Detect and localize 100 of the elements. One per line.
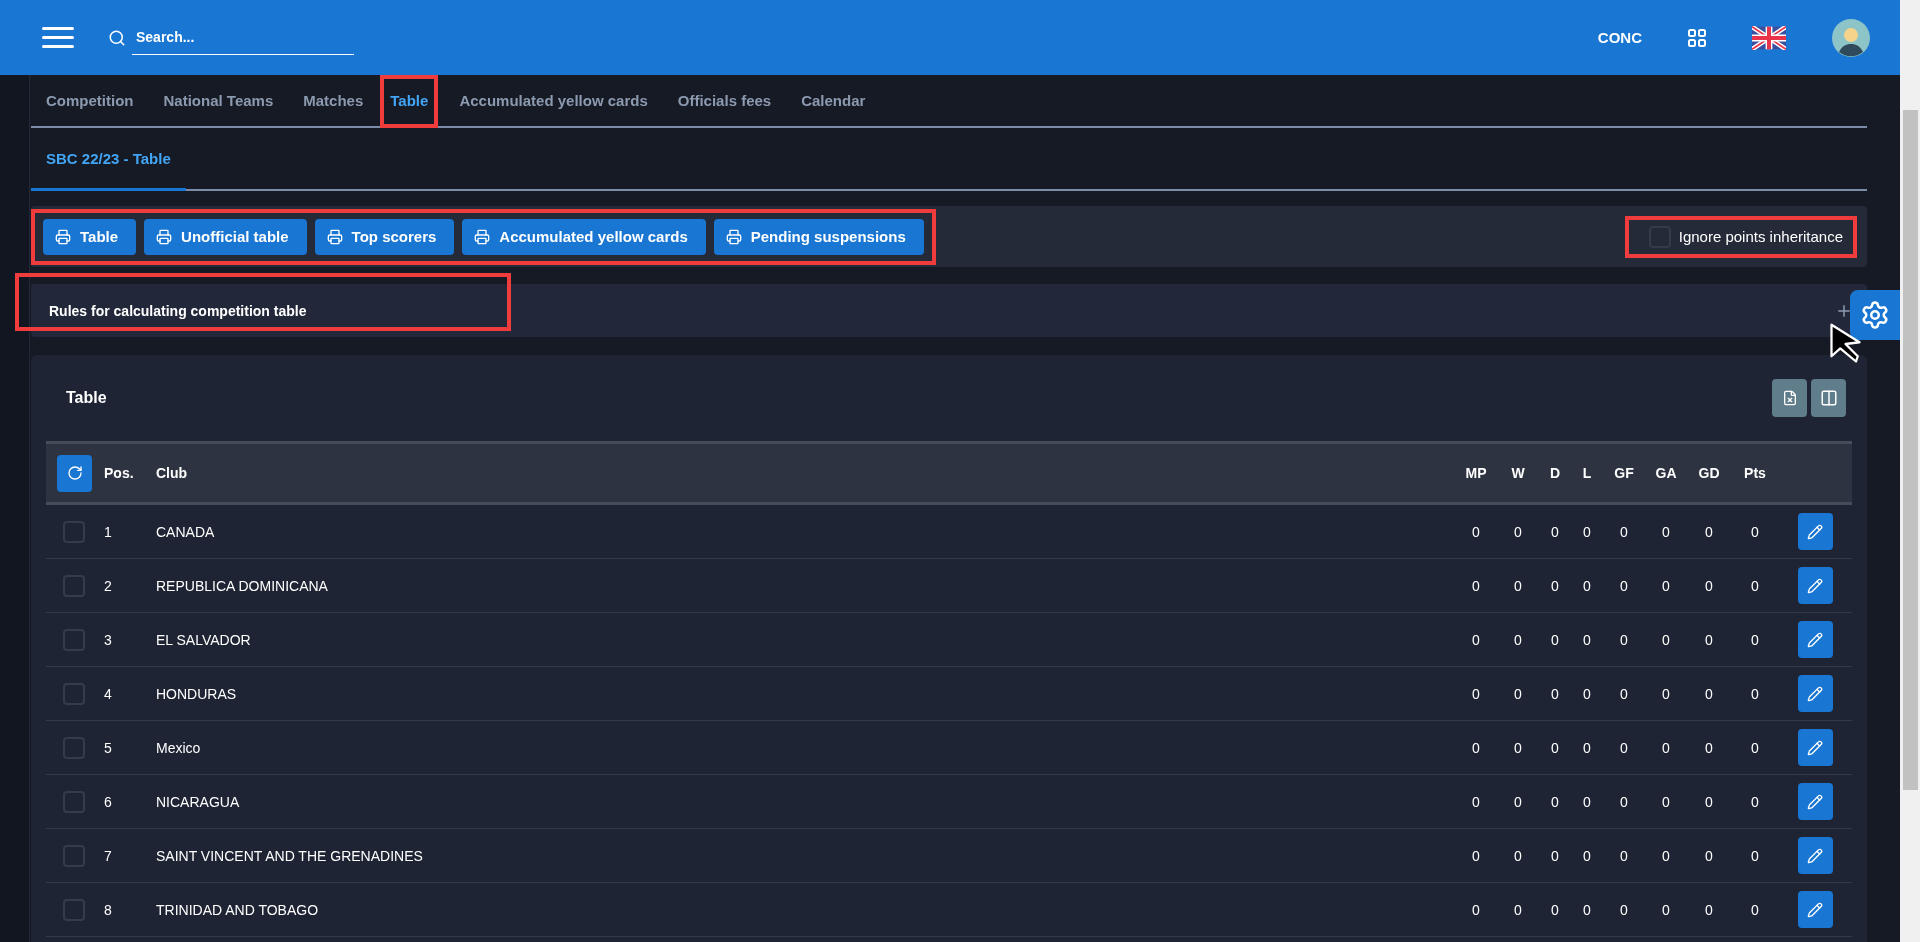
organization-label[interactable]: CONC	[1597, 29, 1642, 46]
table-cell-text: HONDURAS	[156, 685, 238, 702]
table-cell-text: 0	[1550, 901, 1560, 918]
flag-icon[interactable]	[1752, 25, 1786, 50]
edit-button[interactable]	[1797, 675, 1833, 712]
column-header: D	[1548, 465, 1562, 481]
table-cell-text: 0	[1513, 685, 1523, 702]
table-cell-text: 0	[1471, 685, 1481, 702]
grid-icon[interactable]	[1688, 28, 1706, 47]
tab[interactable]: SBC 22/23 - Table	[31, 128, 186, 191]
table-cell-text: 8	[104, 901, 113, 918]
table-cell-text: 0	[1471, 793, 1481, 810]
edit-button[interactable]	[1797, 621, 1833, 658]
column-header: L	[1581, 465, 1593, 481]
tab[interactable]: Table	[380, 75, 439, 128]
table-cell-text: 0	[1619, 685, 1629, 702]
pencil-icon	[1807, 631, 1823, 648]
table-cell-text: 0	[1661, 523, 1671, 540]
table-cell-text: EL SALVADOR	[156, 631, 252, 648]
edit-button[interactable]	[1797, 729, 1833, 766]
column-header: GA	[1654, 465, 1678, 481]
edit-button[interactable]	[1797, 891, 1833, 928]
column-header: MP	[1464, 465, 1488, 481]
table-cell-text: 0	[1704, 901, 1714, 918]
table-cell-text: 6	[104, 793, 113, 810]
print-button[interactable]: Top scorers	[314, 218, 455, 255]
printer-icon	[725, 228, 742, 245]
tab[interactable]: Accumulated yellow cards	[444, 75, 663, 128]
printer-icon	[474, 228, 491, 245]
table-cell-text: 0	[1750, 523, 1760, 540]
table-cell-text: 0	[1471, 577, 1481, 594]
table-cell-text: 0	[1550, 577, 1560, 594]
search-field[interactable]: Search...	[132, 20, 354, 55]
tab[interactable]: National Teams	[148, 75, 289, 128]
edit-button[interactable]	[1797, 513, 1833, 550]
table-cell-text: 0	[1471, 847, 1481, 864]
table-cell-text: 0	[1619, 847, 1629, 864]
rules-panel[interactable]: Rules for calculating competition table	[31, 284, 1867, 337]
table-cell-text: 0	[1704, 685, 1714, 702]
table-cell-text: 0	[1750, 739, 1760, 756]
print-button[interactable]: Table	[43, 218, 137, 255]
table-cell-text: 0	[1750, 577, 1760, 594]
table-cell-text: 0	[1750, 793, 1760, 810]
table-cell-text: 0	[1471, 901, 1481, 918]
table-cell-text: 0	[1513, 793, 1523, 810]
pencil-icon	[1807, 847, 1823, 864]
column-header: Pos.	[104, 465, 135, 481]
refresh-icon	[66, 465, 83, 481]
table-cell-text: 0	[1704, 793, 1714, 810]
tab[interactable]: Officials fees	[662, 75, 787, 128]
print-button[interactable]: Pending suspensions	[713, 218, 924, 255]
printer-icon	[55, 228, 71, 245]
avatar-icon[interactable]	[1832, 18, 1870, 57]
table-cell-text: 0	[1582, 523, 1592, 540]
columns-button[interactable]	[1811, 379, 1846, 417]
table-cell-text: 1	[104, 523, 113, 540]
pencil-icon	[1807, 523, 1823, 540]
table-cell-text: 0	[1513, 739, 1523, 756]
print-button[interactable]: Accumulated yellow cards	[462, 218, 706, 255]
printer-icon	[156, 228, 173, 245]
tab[interactable]: Competition	[31, 75, 149, 128]
print-button[interactable]: Unofficial table	[144, 218, 307, 255]
table-cell-text: 0	[1471, 523, 1481, 540]
column-header: Pts	[1743, 465, 1767, 481]
edit-button[interactable]	[1797, 837, 1833, 874]
table-cell-text: 0	[1750, 901, 1760, 918]
table-cell-text: 0	[1661, 739, 1671, 756]
table-cell-text: 0	[1550, 739, 1560, 756]
table-cell-text: 0	[1550, 847, 1560, 864]
ignore-inheritance-checkbox[interactable]: Ignore points inheritance	[1648, 225, 1843, 248]
excel-export-button[interactable]	[1772, 379, 1807, 417]
table-cell-text: 0	[1661, 577, 1671, 594]
table-cell-text: 0	[1619, 901, 1629, 918]
table-cell-text: 0	[1619, 577, 1629, 594]
tab[interactable]: Calendar	[786, 75, 881, 128]
table-cell-text: 0	[1513, 577, 1523, 594]
tab[interactable]: Matches	[288, 75, 379, 128]
pencil-icon	[1807, 739, 1823, 756]
table-cell-text: 0	[1661, 847, 1671, 864]
settings-button[interactable]	[1850, 290, 1900, 340]
menu-button[interactable]	[42, 27, 74, 48]
table-cell-text: 0	[1661, 685, 1671, 702]
file-icon	[1781, 390, 1798, 406]
refresh-button[interactable]	[57, 454, 92, 492]
table-cell-text: 0	[1550, 523, 1560, 540]
table-cell-text: 0	[1513, 901, 1523, 918]
edit-button[interactable]	[1797, 567, 1833, 604]
table-cell-text: 0	[1582, 847, 1592, 864]
table-cell-text: 0	[1582, 577, 1592, 594]
table-cell-text: 0	[1513, 631, 1523, 648]
scrollbar-thumb[interactable]	[1902, 110, 1918, 790]
table-cell-text: 0	[1619, 523, 1629, 540]
edit-button[interactable]	[1797, 783, 1833, 820]
table-cell-text: 0	[1704, 847, 1714, 864]
scrollbar[interactable]	[1900, 0, 1920, 942]
table-cell-text: 0	[1582, 793, 1592, 810]
table-cell-text: NICARAGUA	[156, 793, 241, 810]
table-cell-text: 0	[1704, 739, 1714, 756]
table-cell-text: 0	[1582, 739, 1592, 756]
pencil-icon	[1807, 685, 1823, 702]
